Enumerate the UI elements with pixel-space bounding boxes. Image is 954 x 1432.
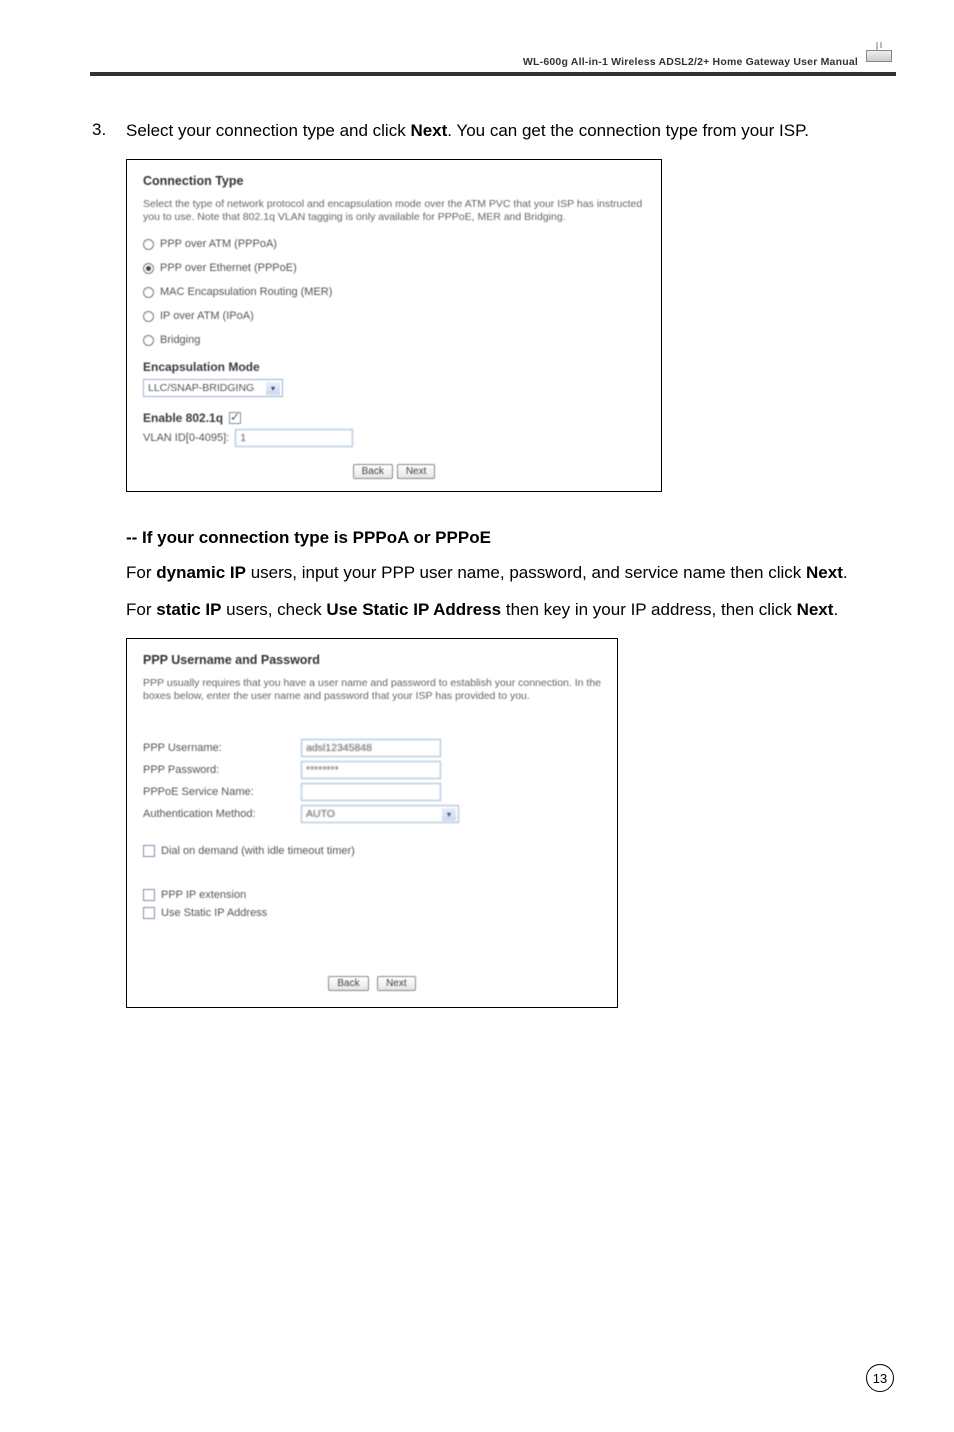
step-text-bold: Next (410, 121, 447, 140)
ppp-auth-select[interactable]: AUTO ▾ (301, 805, 459, 823)
ppp-username-value: adsl12345848 (306, 742, 372, 754)
ppp-password-value: ******** (306, 764, 339, 776)
p2-c: users, check (221, 600, 326, 619)
conn-type-buttons: Back Next (143, 461, 645, 479)
ppp-password-label: PPP Password: (143, 764, 301, 776)
dial-on-demand-row[interactable]: Dial on demand (with idle timeout timer) (143, 845, 601, 857)
ppp-buttons: Back Next (143, 973, 601, 991)
ppp-username-input[interactable]: adsl12345848 (301, 739, 441, 757)
radio-bridging[interactable]: Bridging (143, 334, 645, 346)
screenshot-1-wrap: Connection Type Select the type of netwo… (126, 159, 878, 492)
ppp-service-label: PPPoE Service Name: (143, 786, 301, 798)
page-number: 13 (873, 1371, 887, 1386)
dial-checkbox[interactable] (143, 845, 155, 857)
ppp-auth-value: AUTO (306, 808, 335, 820)
manual-header-text: WL-600g All-in-1 Wireless ADSL2/2+ Home … (523, 56, 858, 68)
radio-pppoe[interactable]: PPP over Ethernet (PPPoE) (143, 262, 645, 274)
conn-type-intro: Select the type of network protocol and … (143, 198, 645, 224)
staticip-checkbox[interactable] (143, 907, 155, 919)
p2-d: Use Static IP Address (326, 600, 501, 619)
encapsulation-label: Encapsulation Mode (143, 360, 645, 374)
vlan-label: VLAN ID[0-4095]: (143, 432, 229, 444)
enable-8021q-label: Enable 802.1q (143, 411, 223, 425)
radio-ipoa[interactable]: IP over ATM (IPoA) (143, 310, 645, 322)
ppp-username-label: PPP Username: (143, 742, 301, 754)
router-icon (866, 42, 896, 68)
staticip-label: Use Static IP Address (161, 907, 267, 919)
radio-label: Bridging (160, 334, 200, 346)
p1-c: users, input your PPP user name, passwor… (246, 563, 806, 582)
ppp-username-row: PPP Username: adsl12345848 (143, 739, 601, 757)
connection-type-dialog: Connection Type Select the type of netwo… (126, 159, 662, 492)
radio-label: PPP over ATM (PPPoA) (160, 238, 277, 250)
p2-e: then key in your IP address, then click (501, 600, 796, 619)
radio-mer[interactable]: MAC Encapsulation Routing (MER) (143, 286, 645, 298)
encapsulation-value: LLC/SNAP-BRIDGING (148, 382, 254, 394)
use-static-ip-row[interactable]: Use Static IP Address (143, 907, 601, 919)
ppp-credentials-dialog: PPP Username and Password PPP usually re… (126, 638, 618, 1008)
p1-b: dynamic IP (156, 563, 246, 582)
radio-label: MAC Encapsulation Routing (MER) (160, 286, 332, 298)
dial-label: Dial on demand (with idle timeout timer) (161, 845, 355, 857)
vlan-value: 1 (240, 432, 246, 444)
ppp-service-row: PPPoE Service Name: (143, 783, 601, 801)
p1-d: Next (806, 563, 843, 582)
radio-label: PPP over Ethernet (PPPoE) (160, 262, 297, 274)
radio-icon (143, 335, 154, 346)
page-content: 3. Select your connection type and click… (92, 120, 878, 1008)
radio-label: IP over ATM (IPoA) (160, 310, 254, 322)
radio-pppoa[interactable]: PPP over ATM (PPPoA) (143, 238, 645, 250)
encapsulation-select[interactable]: LLC/SNAP-BRIDGING ▾ (143, 379, 283, 397)
step-text-b: . You can get the connection type from y… (447, 121, 809, 140)
manual-header: WL-600g All-in-1 Wireless ADSL2/2+ Home … (90, 56, 896, 78)
next-button[interactable]: Next (397, 464, 436, 479)
step-text: Select your connection type and click Ne… (126, 120, 809, 143)
ppp-auth-label: Authentication Method: (143, 808, 301, 820)
vlan-row: VLAN ID[0-4095]: 1 (143, 429, 645, 447)
ppp-password-row: PPP Password: ******** (143, 761, 601, 779)
conn-type-heading: Connection Type (143, 174, 645, 188)
radio-icon (143, 287, 154, 298)
ppp-intro: PPP usually requires that you have a use… (143, 677, 601, 703)
ppp-auth-row: Authentication Method: AUTO ▾ (143, 805, 601, 823)
next-button[interactable]: Next (377, 976, 416, 991)
step-3: 3. Select your connection type and click… (92, 120, 878, 143)
vlan-input[interactable]: 1 (235, 429, 353, 447)
step-text-a: Select your connection type and click (126, 121, 410, 140)
chevron-down-icon: ▾ (266, 382, 280, 395)
radio-icon (143, 263, 154, 274)
ppp-service-input[interactable] (301, 783, 441, 801)
p2-a: For (126, 600, 156, 619)
ppp-ip-ext-row[interactable]: PPP IP extension (143, 889, 601, 901)
screenshot-2-wrap: PPP Username and Password PPP usually re… (126, 638, 878, 1008)
p1-a: For (126, 563, 156, 582)
back-button[interactable]: Back (353, 464, 393, 479)
pppip-label: PPP IP extension (161, 889, 246, 901)
dynamic-ip-para: For dynamic IP users, input your PPP use… (126, 562, 878, 585)
ppp-password-input[interactable]: ******** (301, 761, 441, 779)
p2-b: static IP (156, 600, 221, 619)
enable-8021q-row: Enable 802.1q (143, 411, 645, 425)
subsection-heading: -- If your connection type is PPPoA or P… (126, 528, 878, 548)
p1-e: . (843, 563, 848, 582)
pppip-checkbox[interactable] (143, 889, 155, 901)
back-button[interactable]: Back (328, 976, 368, 991)
enable-8021q-checkbox[interactable] (229, 412, 241, 424)
static-ip-para: For static IP users, check Use Static IP… (126, 599, 878, 622)
chevron-down-icon: ▾ (442, 808, 456, 821)
ppp-heading: PPP Username and Password (143, 653, 601, 667)
radio-icon (143, 239, 154, 250)
radio-icon (143, 311, 154, 322)
page-number-badge: 13 (866, 1364, 894, 1392)
p2-g: . (833, 600, 838, 619)
p2-f: Next (797, 600, 834, 619)
page-footer: 13 (866, 1364, 894, 1392)
step-number: 3. (92, 120, 126, 143)
